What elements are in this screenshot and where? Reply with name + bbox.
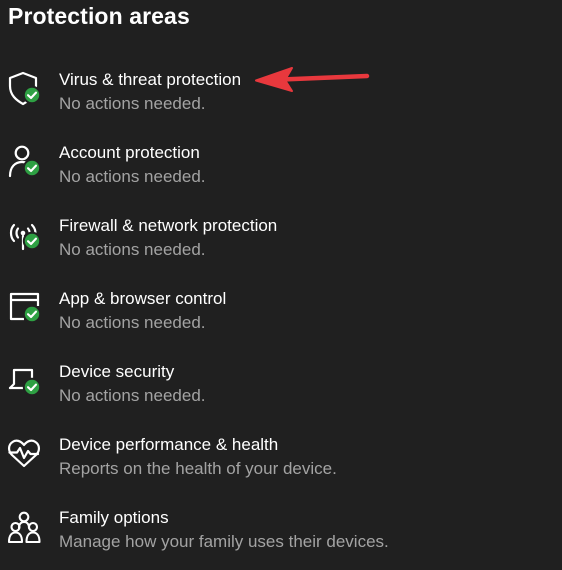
- area-status: Manage how your family uses their device…: [59, 532, 389, 551]
- protection-area-list: Virus & threat protection No actions nee…: [0, 0, 562, 570]
- status-check-icon: [22, 85, 42, 105]
- status-check-icon: [22, 377, 42, 397]
- area-title: Account protection: [59, 143, 200, 162]
- area-status: No actions needed.: [59, 313, 206, 332]
- area-status: No actions needed.: [59, 386, 206, 405]
- area-device-security[interactable]: Device security No actions needed.: [0, 362, 440, 422]
- area-status: No actions needed.: [59, 240, 206, 259]
- area-title: Firewall & network protection: [59, 216, 278, 235]
- heart-pulse-icon: [6, 435, 44, 475]
- area-title: Family options: [59, 508, 169, 527]
- area-device-performance-health[interactable]: Device performance & health Reports on t…: [0, 435, 440, 495]
- area-virus-threat-protection[interactable]: Virus & threat protection No actions nee…: [0, 70, 440, 130]
- area-status: No actions needed.: [59, 167, 206, 186]
- laptop-icon: [6, 362, 44, 402]
- area-firewall-network-protection[interactable]: Firewall & network protection No actions…: [0, 216, 440, 276]
- area-title: App & browser control: [59, 289, 227, 308]
- area-title: Device performance & health: [59, 435, 279, 454]
- browser-window-icon: [6, 289, 44, 329]
- area-app-browser-control[interactable]: App & browser control No actions needed.: [0, 289, 440, 349]
- area-title: Device security: [59, 362, 175, 381]
- status-check-icon: [22, 304, 42, 324]
- shield-icon: [6, 70, 44, 110]
- wireless-signal-icon: [6, 216, 44, 256]
- status-check-icon: [22, 231, 42, 251]
- family-icon: [6, 508, 44, 548]
- area-status: No actions needed.: [59, 94, 206, 113]
- area-family-options[interactable]: Family options Manage how your family us…: [0, 508, 440, 568]
- person-icon: [6, 143, 44, 183]
- area-account-protection[interactable]: Account protection No actions needed.: [0, 143, 440, 203]
- area-status: Reports on the health of your device.: [59, 459, 337, 478]
- status-check-icon: [22, 158, 42, 178]
- area-title: Virus & threat protection: [59, 70, 242, 89]
